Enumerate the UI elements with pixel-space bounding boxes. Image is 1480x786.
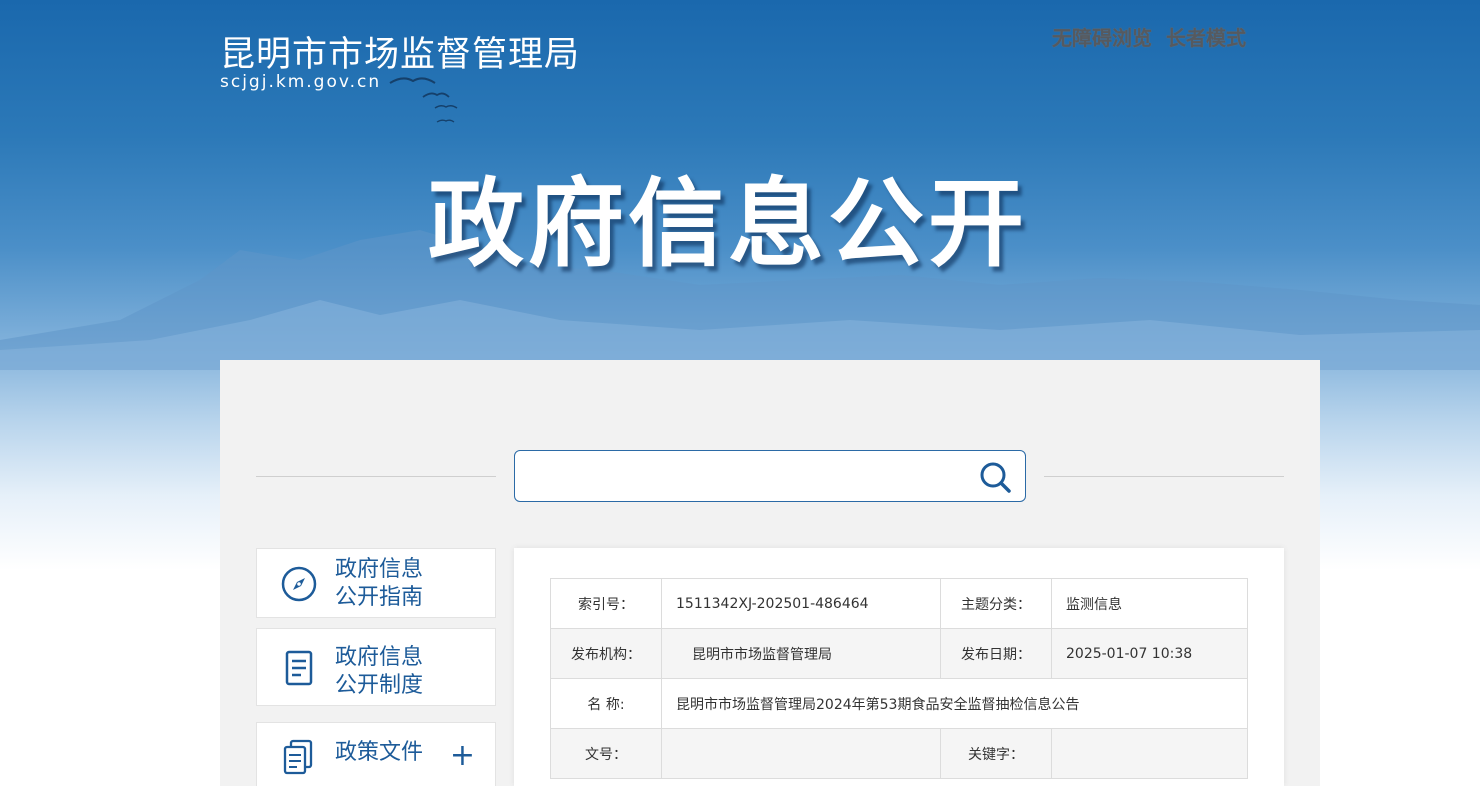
- divider-left: [256, 476, 496, 477]
- hero-title: 政府信息公开: [428, 168, 1028, 280]
- expand-plus-icon[interactable]: +: [450, 741, 475, 771]
- compass-icon: [281, 566, 317, 602]
- publisher-label: 发布机构：: [550, 628, 662, 679]
- elder-mode-link[interactable]: 长者模式: [1166, 22, 1246, 51]
- sidebar-item-system[interactable]: 政府信息 公开制度: [256, 628, 496, 706]
- table-row: 文号： 关键字：: [550, 728, 1248, 779]
- search-input[interactable]: [527, 459, 957, 493]
- files-icon: [283, 739, 313, 775]
- table-row: 名 称: 昆明市市场监督管理局2024年第53期食品安全监督抽检信息公告: [550, 678, 1248, 729]
- meta-table: 索引号： 1511342XJ-202501-486464 主题分类： 监测信息 …: [550, 578, 1248, 779]
- sidebar-item-label: 公开制度: [335, 673, 424, 698]
- main-panel: 政府信息 公开指南 政府信息 公开制度 政策文件 + 索引号： 1511342X…: [220, 360, 1320, 786]
- keywords-label: 关键字：: [940, 728, 1052, 779]
- publisher-value: 昆明市市场监督管理局: [661, 628, 941, 679]
- category-label: 主题分类：: [940, 578, 1052, 629]
- table-row: 索引号： 1511342XJ-202501-486464 主题分类： 监测信息: [550, 578, 1248, 629]
- sidebar-item-label: 政府信息: [335, 557, 424, 582]
- site-domain: scjgj.km.gov.cn: [220, 72, 382, 92]
- content-card: 索引号： 1511342XJ-202501-486464 主题分类： 监测信息 …: [514, 548, 1284, 786]
- name-label: 名 称:: [550, 678, 662, 729]
- accessibility-link[interactable]: 无障碍浏览: [1052, 22, 1152, 51]
- publish-date-label: 发布日期：: [940, 628, 1052, 679]
- sidebar-item-label: 公开指南: [335, 585, 424, 610]
- sidebar-item-guide[interactable]: 政府信息 公开指南: [256, 548, 496, 618]
- table-row: 发布机构： 昆明市市场监督管理局 发布日期： 2025-01-07 10:38: [550, 628, 1248, 679]
- sidebar-item-label: 政府信息: [335, 645, 424, 670]
- birds-decoration-icon: [389, 77, 458, 123]
- sidebar-item-policy[interactable]: 政策文件 +: [256, 722, 496, 786]
- keywords-value: [1051, 728, 1248, 779]
- index-label: 索引号：: [550, 578, 662, 629]
- top-links: 无障碍浏览 长者模式: [1052, 22, 1246, 51]
- doc-number-label: 文号：: [550, 728, 662, 779]
- search-box: [514, 450, 1026, 502]
- publish-date-value: 2025-01-07 10:38: [1051, 628, 1248, 679]
- doc-number-value: [661, 728, 941, 779]
- category-value: 监测信息: [1051, 578, 1248, 629]
- index-value: 1511342XJ-202501-486464: [661, 578, 941, 629]
- sidebar-item-label: 政策文件: [335, 740, 424, 765]
- search-icon[interactable]: [977, 459, 1013, 495]
- name-value: 昆明市市场监督管理局2024年第53期食品安全监督抽检信息公告: [661, 678, 1248, 729]
- document-icon: [285, 650, 313, 686]
- divider-right: [1044, 476, 1284, 477]
- site-title: 昆明市市场监督管理局: [220, 35, 581, 75]
